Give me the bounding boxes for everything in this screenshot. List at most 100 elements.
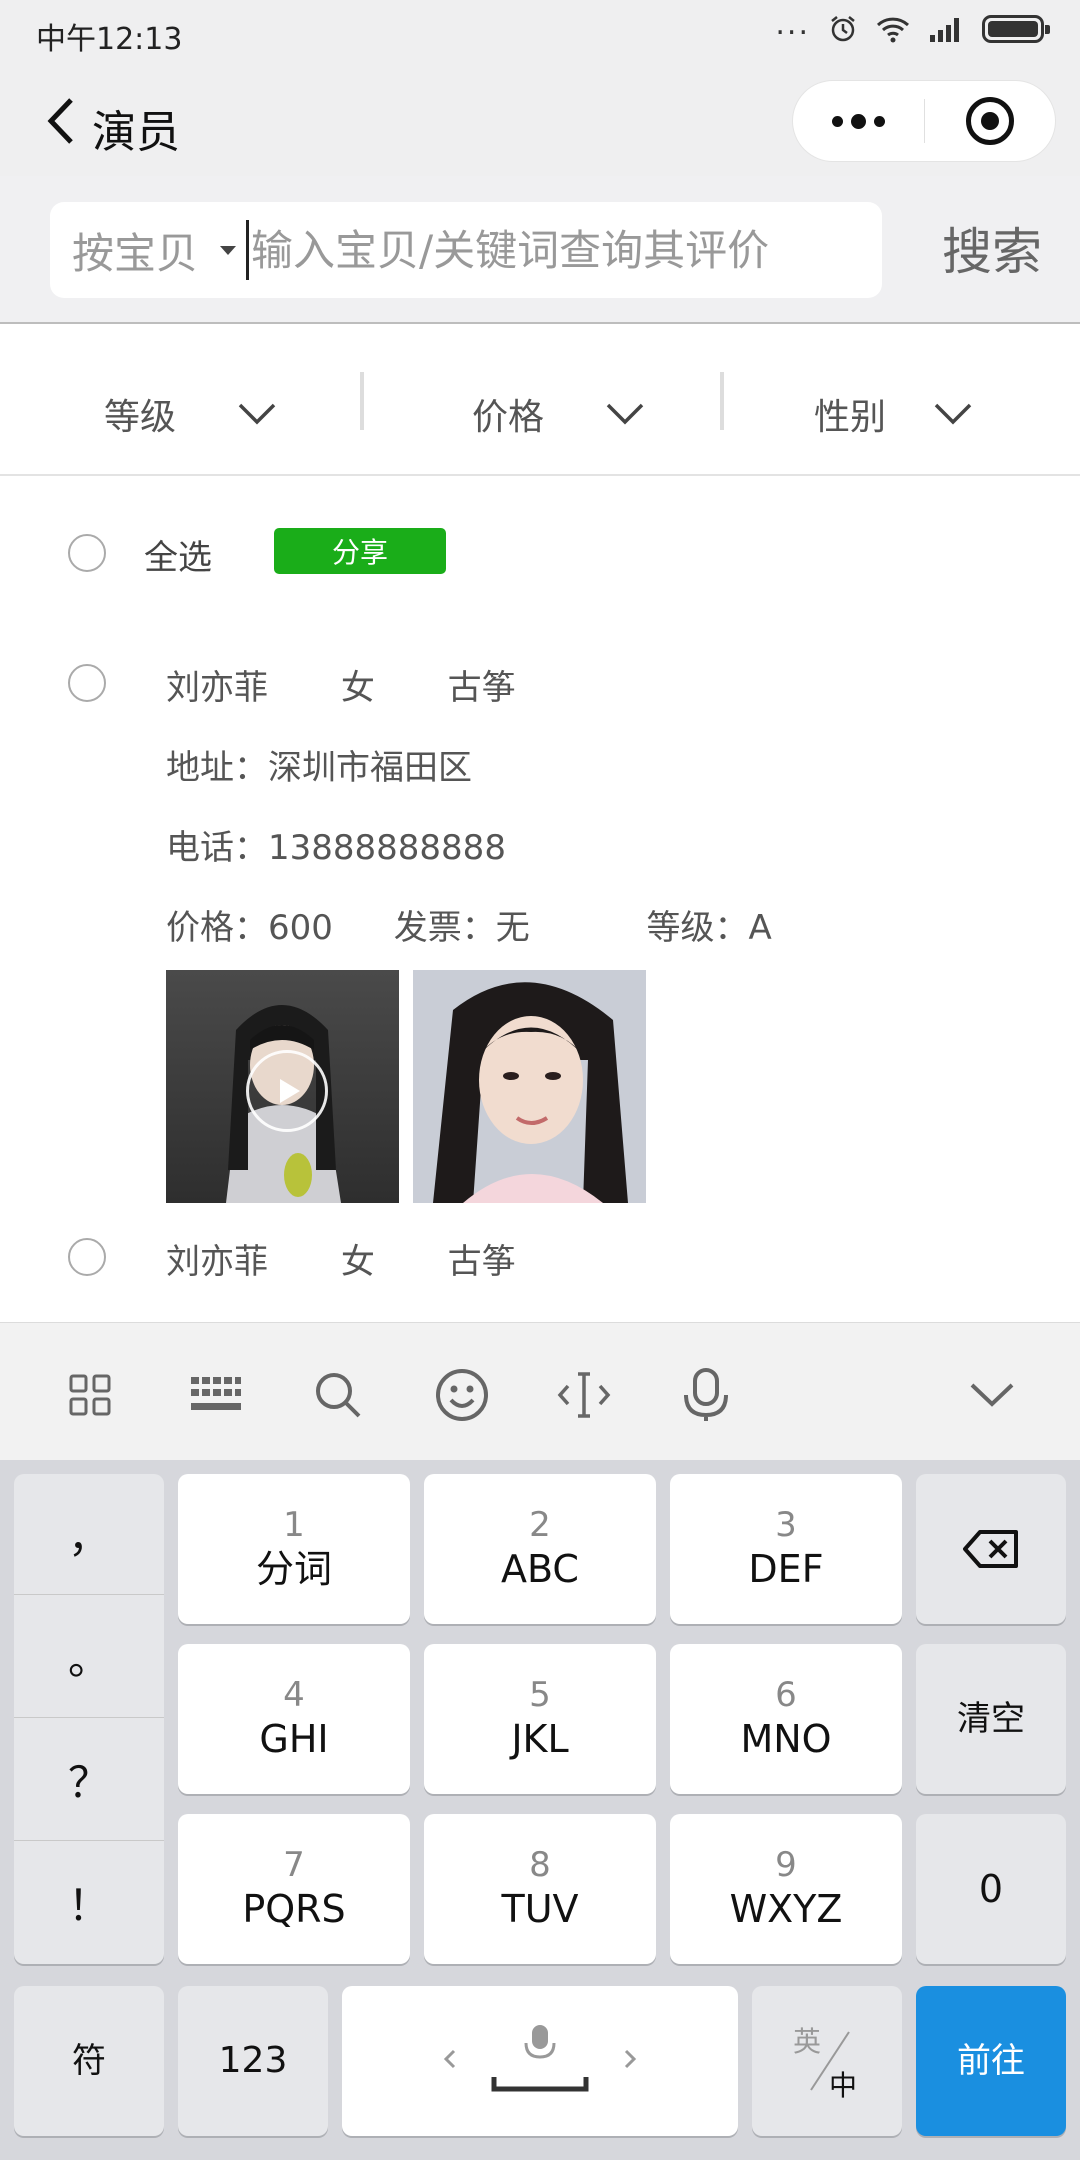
more-dots-icon (831, 113, 885, 129)
key-7[interactable]: 7 PQRS (178, 1814, 410, 1964)
actor-level: 等级：A (646, 908, 772, 948)
actor-details: 价格：600 发票：无 等级：A (166, 900, 772, 949)
mini-program-capsule (792, 80, 1056, 162)
grid-apps-icon[interactable] (60, 1367, 120, 1423)
actor-name: 刘亦菲 (166, 668, 268, 708)
key-1[interactable]: 1 分词 (178, 1474, 410, 1624)
key-label: 符 (72, 2041, 106, 2081)
play-icon[interactable] (246, 1050, 328, 1132)
emoji-icon[interactable] (432, 1367, 492, 1423)
microphone-icon[interactable] (676, 1367, 736, 1423)
symbol-key[interactable]: 符 (14, 1986, 164, 2136)
key-number: 8 (529, 1845, 551, 1885)
collapse-keyboard-icon[interactable] (962, 1367, 1022, 1423)
search-box: 按宝贝 (50, 202, 882, 298)
key-number: 1 (283, 1505, 305, 1545)
more-dots-indicator: ... (775, 7, 810, 42)
actor-address: 地址：深圳市福田区 (166, 748, 472, 788)
actor-price: 价格：600 (166, 908, 333, 948)
keyboard-switch-icon[interactable] (186, 1367, 246, 1423)
filter-label: 价格 (472, 397, 545, 438)
numbers-key[interactable]: 123 (178, 1986, 328, 2136)
key-label: TUV (501, 1887, 579, 1931)
key-question[interactable]: ？ (14, 1719, 164, 1839)
language-switch-key[interactable]: 英 中 (752, 1986, 902, 2136)
space-voice-icon (443, 2025, 637, 2092)
select-all-row: 全选 分享 (0, 500, 1080, 604)
key-label: ABC (501, 1547, 579, 1591)
search-input[interactable] (246, 220, 882, 280)
search-type-select[interactable]: 按宝贝 (72, 220, 198, 281)
search-bar: 按宝贝 搜索 (0, 176, 1080, 324)
filter-gender[interactable]: 性别 (814, 388, 972, 440)
key-3[interactable]: 3 DEF (670, 1474, 902, 1624)
key-2[interactable]: 2 ABC (424, 1474, 656, 1624)
actor-name: 刘亦菲 (166, 1242, 268, 1282)
chevron-down-icon (238, 403, 276, 425)
target-icon (965, 97, 1014, 145)
share-button[interactable]: 分享 (274, 528, 446, 574)
more-menu-button[interactable] (793, 81, 924, 161)
actor-photo-thumbnail[interactable] (413, 970, 646, 1203)
lang-zh-label: 中 (829, 2069, 858, 2102)
cursor-move-icon[interactable] (554, 1367, 614, 1423)
filter-label: 等级 (104, 397, 177, 438)
space-key[interactable] (342, 1986, 738, 2136)
wifi-icon (876, 17, 910, 43)
filter-price[interactable]: 价格 (472, 388, 644, 440)
key-number: 2 (529, 1505, 551, 1545)
key-0[interactable]: 0 (916, 1814, 1066, 1964)
close-program-button[interactable] (925, 81, 1056, 161)
key-label: 0 (978, 1867, 1004, 1911)
key-9[interactable]: 9 WXYZ (670, 1814, 902, 1964)
actor-gender: 女 (340, 1242, 375, 1282)
key-number: 5 (529, 1675, 551, 1715)
item-select-radio[interactable] (68, 664, 106, 702)
key-exclamation[interactable]: ！ (14, 1842, 164, 1962)
signal-icon (930, 18, 959, 42)
key-8[interactable]: 8 TUV (424, 1814, 656, 1964)
alarm-icon (831, 16, 855, 42)
actor-gender: 女 (340, 668, 375, 708)
actor-phone: 电话：13888888888 (166, 828, 506, 868)
key-number: 6 (775, 1675, 797, 1715)
clear-key[interactable]: 清空 (916, 1644, 1066, 1794)
search-icon[interactable] (308, 1367, 368, 1423)
key-label: 清空 (957, 1699, 1025, 1739)
back-button[interactable] (30, 88, 90, 154)
go-button[interactable]: 前往 (916, 1986, 1066, 2136)
key-number: 9 (775, 1845, 797, 1885)
chevron-left-icon (47, 98, 73, 144)
backspace-icon (963, 1530, 1018, 1568)
item-select-radio[interactable] (68, 1238, 106, 1276)
key-label: GHI (259, 1717, 329, 1761)
key-4[interactable]: 4 GHI (178, 1644, 410, 1794)
nav-bar: 演员 (0, 66, 1080, 176)
key-6[interactable]: 6 MNO (670, 1644, 902, 1794)
key-comma[interactable]: ， (14, 1474, 164, 1594)
actor-header: 刘亦菲 女 古筝 (166, 660, 516, 709)
key-label: DEF (748, 1547, 824, 1591)
status-bar: 中午12:13 ... (0, 0, 1080, 66)
filter-label: 性别 (814, 397, 887, 438)
key-label: PQRS (242, 1887, 346, 1931)
page-title: 演员 (92, 107, 180, 158)
battery-icon (982, 15, 1050, 43)
key-label: 123 (218, 2040, 288, 2081)
key-5[interactable]: 5 JKL (424, 1644, 656, 1794)
actor-video-thumbnail[interactable] (166, 970, 399, 1203)
punctuation-column: ， 。 ？ ！ (14, 1474, 164, 1964)
key-number: 7 (283, 1845, 305, 1885)
search-button[interactable]: 搜索 (942, 212, 1042, 284)
chevron-down-icon (606, 403, 644, 425)
status-icons: ... (775, 10, 1050, 44)
status-time: 中午12:13 (36, 22, 183, 57)
select-all-radio[interactable] (68, 534, 106, 572)
key-number: 4 (283, 1675, 305, 1715)
select-all-label: 全选 (144, 538, 212, 578)
backspace-key[interactable] (916, 1474, 1066, 1624)
key-period[interactable]: 。 (14, 1596, 164, 1716)
actor-skill: 古筝 (447, 668, 516, 708)
filter-level[interactable]: 等级 (104, 388, 276, 440)
chevron-down-icon (934, 403, 972, 425)
